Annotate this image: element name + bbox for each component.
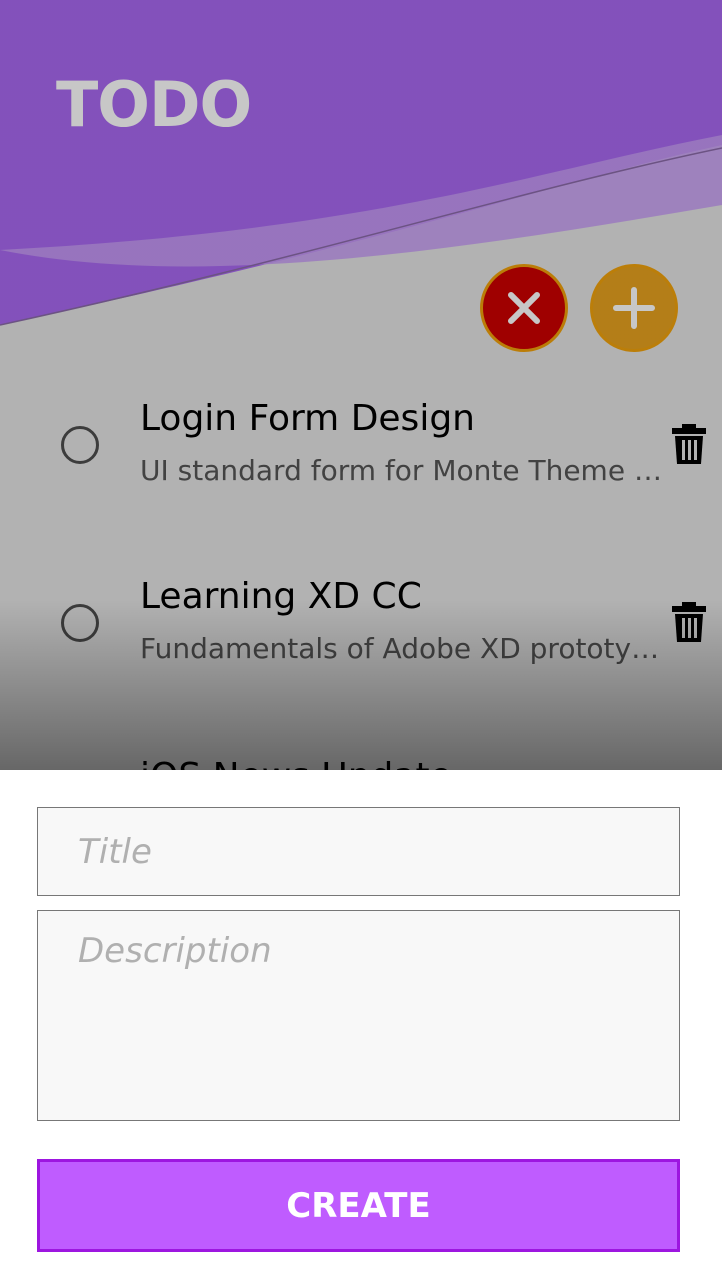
todo-description: UI standard form for Monte Theme with an…	[140, 454, 662, 487]
todo-item: Learning XD CC Fundamentals of Adobe XD …	[0, 568, 722, 718]
todo-title: Learning XD CC	[140, 576, 422, 617]
plus-icon	[613, 287, 655, 329]
todo-checkbox[interactable]	[61, 604, 99, 642]
todo-title: Login Form Design	[140, 398, 475, 439]
todo-checkbox[interactable]	[61, 426, 99, 464]
close-icon	[508, 292, 540, 324]
create-button[interactable]: CREATE	[37, 1159, 680, 1252]
create-todo-sheet: CREATE	[0, 770, 722, 1276]
todo-app-background: TODO Login Form Design UI standard form …	[0, 0, 722, 770]
title-input[interactable]	[37, 807, 680, 896]
close-button[interactable]	[480, 264, 568, 352]
todo-description: Fundamentals of Adobe XD prototyping	[140, 632, 662, 665]
description-input[interactable]	[37, 910, 680, 1121]
app-title: TODO	[56, 68, 252, 141]
todo-item: iOS News Update	[0, 748, 722, 770]
add-todo-button[interactable]	[590, 264, 678, 352]
trash-icon[interactable]	[672, 602, 706, 642]
trash-icon[interactable]	[672, 424, 706, 464]
todo-title: iOS News Update	[140, 756, 452, 770]
todo-item: Login Form Design UI standard form for M…	[0, 390, 722, 540]
